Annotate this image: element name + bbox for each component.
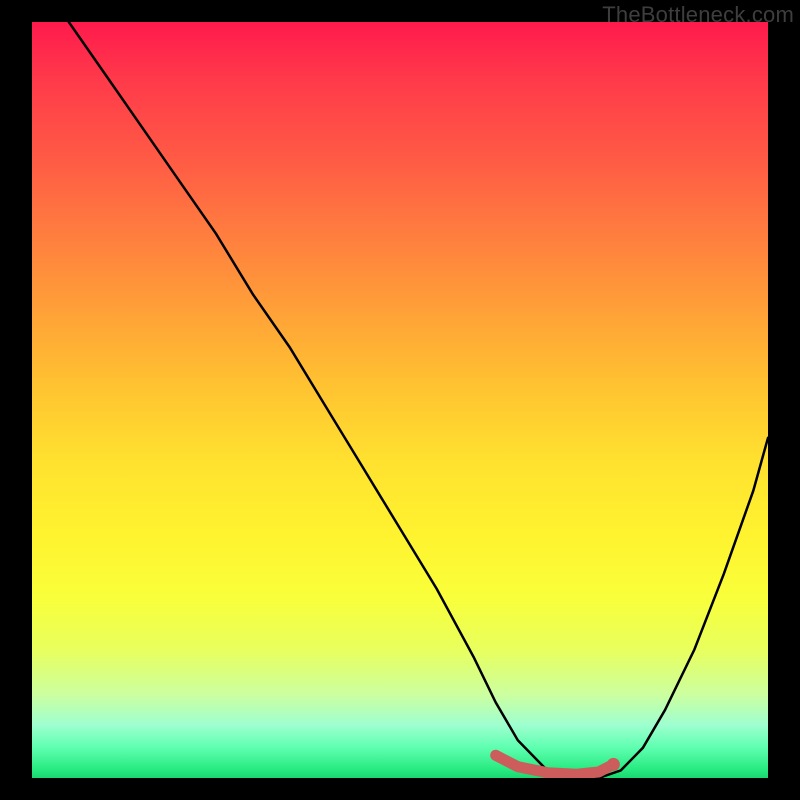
chart-gradient-area	[32, 22, 768, 778]
chart-frame: TheBottleneck.com	[0, 0, 800, 800]
sweet-spot-path	[496, 755, 620, 774]
chart-svg	[32, 22, 768, 778]
bottleneck-curve-path	[69, 22, 768, 778]
watermark-text: TheBottleneck.com	[602, 2, 794, 28]
